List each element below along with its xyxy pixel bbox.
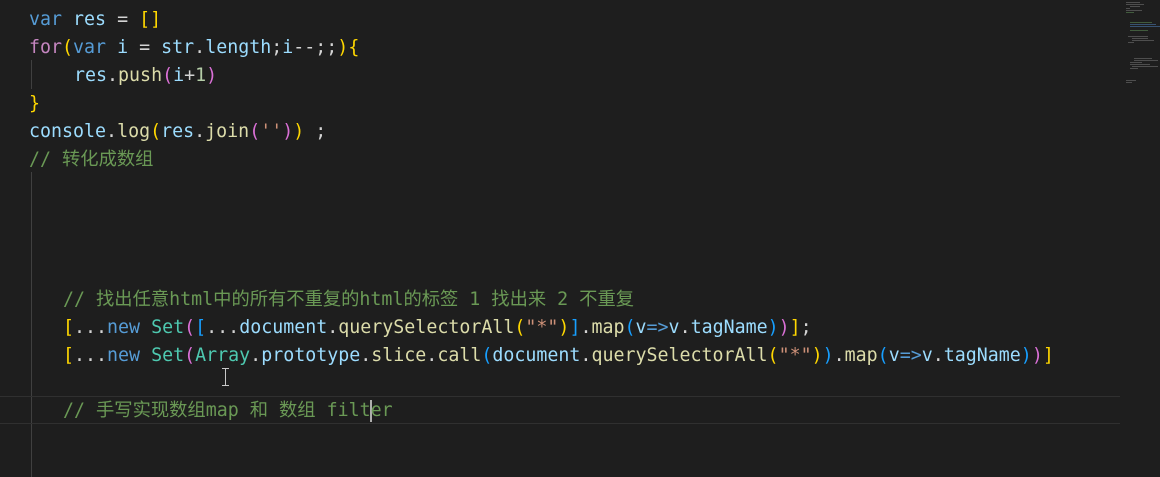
mouse-ibeam-cursor-icon [221,368,231,386]
code-line[interactable]: var res = [] [29,6,161,34]
class-token: Set [151,317,185,338]
code-editor[interactable]: var res = [] for(var i = str.length;i--;… [0,0,1160,477]
variable-token: res [73,9,107,30]
indent-guide [31,172,32,477]
comment-line[interactable]: // 转化成数组 [29,146,153,174]
bracket-token: [] [139,9,162,30]
comment-line[interactable]: // 找出任意html中的所有不重复的html的标签 1 找出来 2 不重复 [63,286,634,314]
minimap[interactable] [1120,0,1160,477]
code-line[interactable]: } [29,90,40,118]
code-line[interactable]: [...new Set([...document.querySelectorAl… [63,314,812,342]
code-line[interactable]: for(var i = str.length;i--;;){ [29,34,359,62]
keyword-token: var [29,9,63,30]
function-token: push [118,65,163,86]
code-line[interactable]: console.log(res.join('')) ; [29,118,326,146]
keyword-token: for [29,37,63,58]
indent-guide [31,60,32,89]
comment-line[interactable]: // 手写实现数组map 和 数组 filter [63,397,393,425]
code-line[interactable]: [...new Set(Array.prototype.slice.call(d… [63,342,1054,370]
code-line[interactable]: res.push(i+1) [74,62,217,90]
